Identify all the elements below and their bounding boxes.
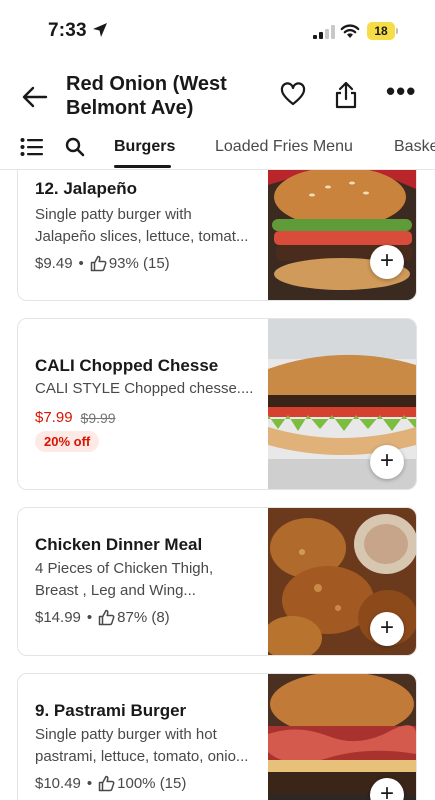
search-icon[interactable] <box>65 137 85 157</box>
share-icon[interactable] <box>333 80 359 110</box>
item-sale-price: $7.99 <box>35 409 73 426</box>
burger-photo <box>268 170 416 300</box>
item-description: Single patty burger with Jalapeño slices… <box>35 206 249 245</box>
store-header: Red Onion (West Belmont Ave) ••• <box>0 62 435 132</box>
item-price: $10.49 <box>35 775 81 792</box>
battery-icon: 18 <box>367 22 399 40</box>
thumbs-up-icon <box>90 255 107 272</box>
item-price: $14.99 <box>35 609 81 626</box>
add-item-button[interactable]: + <box>370 612 404 646</box>
item-name: CALI Chopped Chesse <box>35 356 219 375</box>
cell-signal-icon <box>313 25 335 39</box>
item-rating: 93% (15) <box>108 255 170 272</box>
add-item-button[interactable]: + <box>370 245 404 279</box>
item-name: Chicken Dinner Meal <box>35 535 203 554</box>
battery-level: 18 <box>367 22 395 40</box>
item-price: $9.49 <box>35 255 73 272</box>
active-tab-indicator <box>114 165 171 168</box>
category-tabs: Burgers Loaded Fries Menu Baske <box>0 132 435 170</box>
item-rating: 100% (15) <box>117 775 187 792</box>
heart-icon[interactable] <box>280 82 306 108</box>
status-bar: 7:33 18 <box>0 0 435 62</box>
menu-item-card[interactable]: Chicken Dinner Meal 4 Pieces of Chicken … <box>17 507 417 656</box>
item-price-rating: $14.99 • 87% (8) <box>35 609 170 626</box>
tab-baskets[interactable]: Baske <box>394 138 435 156</box>
item-description: CALI STYLE Chopped chesse.... <box>35 380 254 397</box>
status-time: 7:33 <box>48 20 87 41</box>
menu-item-card[interactable]: 12. Jalapeño Single patty burger with Ja… <box>17 170 417 301</box>
wifi-icon <box>340 24 360 38</box>
item-name: 9. Pastrami Burger <box>35 701 187 720</box>
add-item-button[interactable]: + <box>370 445 404 479</box>
tab-burgers[interactable]: Burgers <box>114 138 175 156</box>
menu-list-icon[interactable] <box>20 136 44 158</box>
item-price-row: $7.99 $9.99 <box>35 409 116 426</box>
more-options-icon[interactable]: ••• <box>386 78 415 108</box>
page-title: Red Onion (West Belmont Ave) <box>66 73 227 119</box>
thumbs-up-icon <box>98 775 115 792</box>
item-rating: 87% (8) <box>117 609 170 626</box>
item-original-price: $9.99 <box>80 409 116 426</box>
menu-item-list: 12. Jalapeño Single patty burger with Ja… <box>0 170 435 800</box>
menu-item-card[interactable]: 9. Pastrami Burger Single patty burger w… <box>17 673 417 800</box>
tab-loaded-fries-menu[interactable]: Loaded Fries Menu <box>215 138 353 156</box>
item-description: 4 Pieces of Chicken Thigh, Breast , Leg … <box>35 560 214 599</box>
location-arrow-icon <box>93 23 107 37</box>
item-name: 12. Jalapeño <box>35 179 138 198</box>
thumbs-up-icon <box>98 609 115 626</box>
menu-item-card[interactable]: CALI Chopped Chesse CALI STYLE Chopped c… <box>17 318 417 490</box>
item-price-rating: $10.49 • 100% (15) <box>35 775 187 792</box>
discount-badge: 20% off <box>35 431 100 452</box>
item-description: Single patty burger with hot pastrami, l… <box>35 726 249 765</box>
item-price-rating: $9.49 • 93% (15) <box>35 255 170 272</box>
back-arrow-icon[interactable] <box>20 82 50 112</box>
